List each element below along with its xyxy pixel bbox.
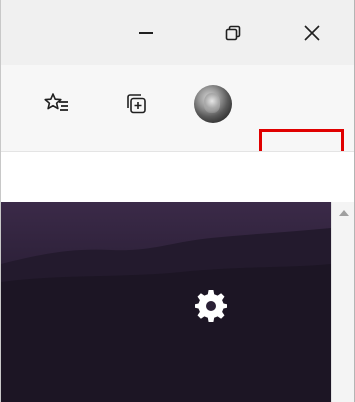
- minimize-icon: [139, 32, 153, 34]
- collections-icon: [127, 94, 146, 114]
- browser-window: [0, 0, 355, 402]
- close-button[interactable]: [284, 4, 340, 62]
- page-top-margin: [1, 152, 354, 202]
- scroll-up-button[interactable]: [332, 202, 354, 224]
- profile-button[interactable]: [188, 79, 238, 129]
- close-icon: [304, 25, 320, 41]
- restore-icon: [225, 25, 241, 41]
- wallpaper-hills: [1, 228, 331, 402]
- restore-button[interactable]: [205, 4, 261, 62]
- browser-toolbar: [1, 65, 354, 208]
- vertical-scrollbar[interactable]: [331, 202, 354, 402]
- collections-button[interactable]: [111, 79, 161, 129]
- new-tab-background: [1, 202, 331, 402]
- page-settings-button[interactable]: [187, 282, 235, 330]
- favorites-button[interactable]: [32, 79, 82, 129]
- title-bar: [1, 0, 354, 65]
- minimize-button[interactable]: [118, 4, 174, 62]
- scroll-up-arrow-icon: [339, 210, 349, 216]
- profile-avatar: [194, 85, 232, 123]
- gear-icon: [195, 290, 227, 322]
- favorites-list-icon: [44, 93, 68, 111]
